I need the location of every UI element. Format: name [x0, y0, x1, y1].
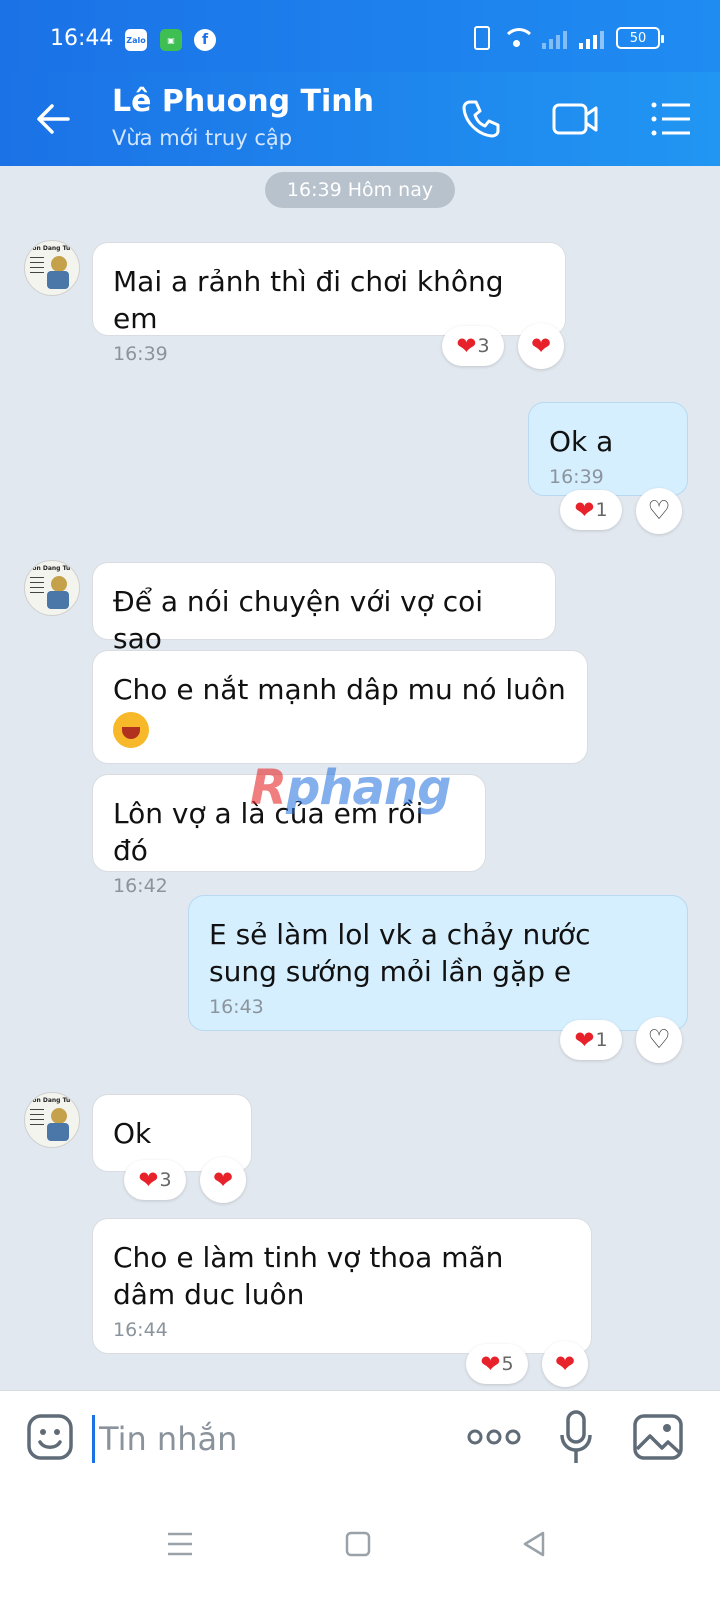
- chat-menu-button[interactable]: [646, 94, 696, 144]
- avatar[interactable]: Con Dang Tu: [24, 1092, 80, 1148]
- status-bar: 16:44 Zalo ▣ f 50: [0, 0, 720, 72]
- heart-icon: ❤: [480, 1350, 501, 1378]
- message-bubble[interactable]: Cho e làm tinh vợ thoa mãn dâm duc luôn …: [92, 1218, 592, 1354]
- battery-icon: 50: [616, 27, 664, 49]
- message-text: Để a nói chuyện với vợ coi sao: [113, 585, 484, 655]
- reaction-summary[interactable]: ❤ 3: [442, 326, 504, 366]
- message-text: E sẻ làm lol vk a chảy nước sung sướng m…: [209, 918, 591, 988]
- message-time: 16:39: [549, 466, 604, 488]
- signal-icon-sim2: [579, 27, 604, 49]
- vibrate-icon: [474, 26, 490, 50]
- message-composer: [0, 1390, 720, 1486]
- contact-status: Vừa mới truy cập: [112, 126, 293, 150]
- reaction-count: 3: [477, 335, 490, 357]
- heart-icon: ❤: [574, 496, 595, 524]
- heart-outline-icon: ♡: [647, 496, 671, 526]
- heart-icon: ❤: [574, 1026, 595, 1054]
- message-bubble[interactable]: Ok a 16:39: [528, 402, 688, 496]
- home-button[interactable]: [340, 1526, 376, 1562]
- video-call-button[interactable]: [550, 94, 600, 144]
- react-button[interactable]: ❤: [542, 1341, 588, 1387]
- contact-name[interactable]: Lê Phuong Tinh: [112, 84, 374, 119]
- reaction-summary[interactable]: ❤ 5: [466, 1344, 528, 1384]
- avatar[interactable]: Con Dang Tu: [24, 560, 80, 616]
- menu-lines-icon: [168, 1532, 192, 1556]
- square-icon: [345, 1531, 371, 1557]
- date-separator: 16:39 Hôm nay: [265, 172, 455, 208]
- video-camera-icon: [552, 103, 598, 135]
- heart-outline-icon: ♡: [647, 1025, 671, 1055]
- message-text: Cho e làm tinh vợ thoa mãn dâm duc luôn: [113, 1241, 504, 1311]
- arrow-left-icon: [37, 104, 70, 134]
- list-menu-icon: [651, 102, 690, 136]
- reaction-summary[interactable]: ❤ 1: [560, 490, 622, 530]
- heart-icon: ❤: [212, 1166, 234, 1194]
- system-nav-bar: [0, 1486, 720, 1600]
- message-text: Ok a: [549, 425, 614, 458]
- avatar[interactable]: Con Dang Tu: [24, 240, 80, 296]
- reaction-summary[interactable]: ❤ 3: [124, 1160, 186, 1200]
- reaction-count: 5: [501, 1353, 514, 1375]
- system-back-button[interactable]: [516, 1526, 552, 1562]
- message-bubble[interactable]: Mai a rảnh thì đi chơi không em 16:39: [92, 242, 566, 365]
- message-bubble[interactable]: Để a nói chuyện với vợ coi sao: [92, 562, 556, 655]
- reaction-count: 1: [595, 1029, 608, 1051]
- reaction-summary[interactable]: ❤ 1: [560, 1020, 622, 1060]
- heart-icon: ❤: [530, 332, 552, 360]
- message-bubble[interactable]: Lôn vợ a là của em rồi đó 16:42: [92, 774, 486, 897]
- wifi-icon: [502, 28, 536, 48]
- more-dots-icon: [467, 1429, 521, 1445]
- facebook-icon: f: [194, 29, 216, 51]
- reaction-count: 3: [159, 1169, 172, 1191]
- react-button[interactable]: ❤: [200, 1157, 246, 1203]
- message-text: Cho e nắt mạnh dâp mu nó luôn: [113, 673, 566, 706]
- message-text: Ok: [113, 1117, 152, 1150]
- react-button[interactable]: ♡: [636, 488, 682, 534]
- signal-icon-sim1: [542, 27, 567, 49]
- triangle-back-icon: [523, 1531, 545, 1557]
- message-bubble[interactable]: Cho e nắt mạnh dâp mu nó luôn: [92, 650, 588, 764]
- image-picker-button[interactable]: [632, 1411, 684, 1463]
- reaction-count: 1: [595, 499, 608, 521]
- voice-message-button[interactable]: [558, 1409, 594, 1467]
- heart-icon: ❤: [138, 1166, 159, 1194]
- laughing-emoji-icon: [113, 712, 149, 748]
- chat-header: Lê Phuong Tinh Vừa mới truy cập: [0, 72, 720, 166]
- react-button[interactable]: ❤: [518, 323, 564, 369]
- message-time: 16:44: [113, 1319, 168, 1341]
- message-input[interactable]: [92, 1415, 432, 1463]
- recent-apps-button[interactable]: [162, 1526, 198, 1562]
- voice-call-button[interactable]: [456, 94, 506, 144]
- react-button[interactable]: ♡: [636, 1017, 682, 1063]
- back-button[interactable]: [28, 94, 78, 144]
- microphone-icon: [560, 1410, 592, 1463]
- heart-icon: ❤: [554, 1350, 576, 1378]
- message-bubble[interactable]: E sẻ làm lol vk a chảy nước sung sướng m…: [188, 895, 688, 1031]
- image-icon: [633, 1414, 683, 1460]
- status-time: 16:44: [50, 26, 114, 51]
- heart-icon: ❤: [456, 332, 477, 360]
- sticker-button[interactable]: [26, 1413, 74, 1461]
- smiley-icon: [27, 1414, 73, 1460]
- zalo-icon: Zalo: [125, 29, 147, 51]
- phone-icon: [462, 100, 500, 138]
- app-icon: ▣: [160, 29, 182, 51]
- more-options-button[interactable]: [466, 1425, 522, 1449]
- message-text: Lôn vợ a là của em rồi đó: [113, 797, 424, 867]
- message-time: 16:43: [209, 996, 264, 1018]
